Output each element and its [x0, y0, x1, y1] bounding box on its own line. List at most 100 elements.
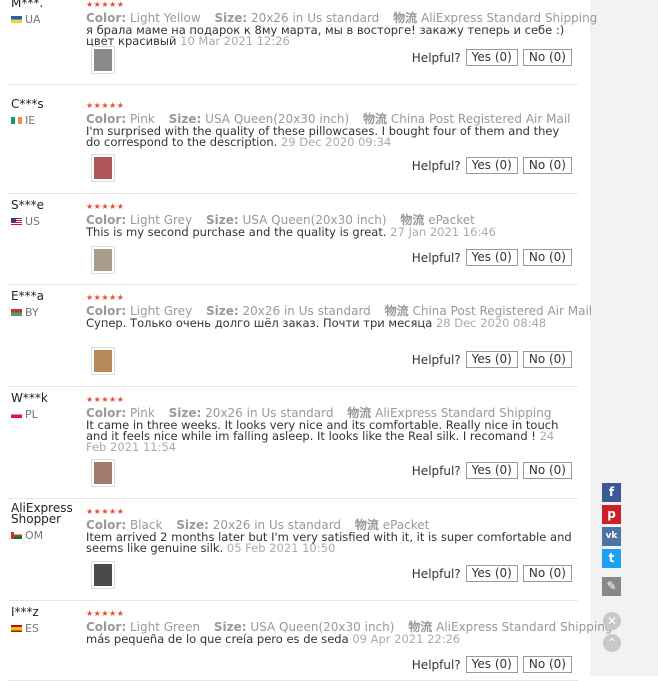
reviewer-info: S***e US — [11, 199, 81, 228]
helpful-yes-button[interactable]: Yes (0) — [465, 249, 518, 266]
rating-stars: ★★★★★ — [86, 101, 125, 110]
helpful-label: Helpful? — [411, 657, 461, 672]
review-text: Item arrived 2 months later but I'm very… — [86, 531, 576, 554]
review-content: я брала маме на подарок к 8му марта, мы … — [86, 23, 565, 48]
helpful-yes-button[interactable]: Yes (0) — [465, 656, 518, 673]
country-code: US — [25, 215, 41, 228]
review-date: 28 Dec 2020 08:48 — [435, 316, 547, 330]
review-item: C***s IE ★★★★★ Color: Pink Size: USA Que… — [0, 93, 578, 194]
helpful-controls: Helpful? Yes (0) No (0) — [412, 565, 572, 582]
review-body: ★★★★★ Color: Light Grey Size: USA Queen(… — [86, 202, 576, 238]
helpful-yes-button[interactable]: Yes (0) — [465, 351, 518, 368]
facebook-share-button[interactable]: f — [602, 483, 621, 502]
reviewer-country: UA — [11, 13, 81, 26]
flag-icon — [11, 117, 22, 124]
reviewer-name: W***k — [11, 391, 48, 405]
country-code: UA — [25, 13, 41, 26]
helpful-controls: Helpful? Yes (0) No (0) — [412, 49, 572, 66]
vk-share-button[interactable]: vk — [602, 527, 621, 546]
reviewer-country: IE — [11, 114, 81, 127]
flag-icon — [11, 532, 22, 539]
country-code: OM — [25, 529, 44, 542]
reviewer-info: E***a BY — [11, 290, 81, 319]
helpful-label: Helpful? — [411, 566, 461, 581]
review-item: AliExpress Shopper OM ★★★★★ Color: Black… — [0, 499, 578, 601]
review-text: Супер. Только очень долго шёл заказ. Поч… — [86, 316, 576, 330]
reviewer-name: M***. — [11, 0, 44, 10]
helpful-yes-button[interactable]: Yes (0) — [465, 157, 518, 174]
review-body: ★★★★★ Color: Pink Size: USA Queen(20x30 … — [86, 101, 576, 148]
reviewer-name: S***e — [11, 198, 44, 212]
review-item: S***e US ★★★★★ Color: Light Grey Size: U… — [0, 194, 578, 285]
helpful-yes-button[interactable]: Yes (0) — [465, 49, 518, 66]
rating-stars: ★★★★★ — [86, 507, 125, 516]
review-date: 10 Mar 2021 12:26 — [180, 33, 290, 48]
helpful-no-button[interactable]: No (0) — [522, 565, 572, 582]
review-content: This is my second purchase and the quali… — [86, 225, 387, 239]
reviewer-info: AliExpress Shopper OM — [11, 502, 81, 542]
shipping-value: AliExpress Standard Shipping — [436, 620, 613, 634]
review-item: W***k PL ★★★★★ Color: Pink Size: 20x26 i… — [0, 387, 578, 499]
review-content: más pequeña de lo que creía pero es de s… — [86, 632, 349, 646]
reviewer-country: BY — [11, 306, 81, 319]
flag-icon — [11, 16, 22, 23]
twitter-share-button[interactable]: t — [602, 549, 621, 568]
rating-stars: ★★★★★ — [86, 609, 125, 618]
helpful-yes-button[interactable]: Yes (0) — [465, 565, 518, 582]
review-photo-thumbnail[interactable] — [91, 154, 115, 182]
helpful-no-button[interactable]: No (0) — [522, 49, 572, 66]
review-photo-thumbnail[interactable] — [91, 561, 115, 589]
review-body: ★★★★★ Color: Light Yellow Size: 20x26 in… — [86, 0, 597, 48]
review-text: It came in three weeks. It looks very ni… — [86, 419, 576, 452]
helpful-controls: Helpful? Yes (0) No (0) — [412, 462, 572, 479]
pinterest-share-button[interactable]: p — [602, 505, 621, 524]
helpful-controls: Helpful? Yes (0) No (0) — [412, 249, 572, 266]
review-body: ★★★★★ Color: Black Size: 20x26 in Us sta… — [86, 507, 576, 554]
helpful-controls: Helpful? Yes (0) No (0) — [412, 656, 572, 673]
helpful-controls: Helpful? Yes (0) No (0) — [412, 351, 572, 368]
review-text: I'm surprised with the quality of these … — [86, 125, 576, 148]
country-code: BY — [25, 306, 39, 319]
review-item: M***. UA ★★★★★ Color: Light Yellow Size:… — [0, 0, 597, 85]
reviewer-info: C***s IE — [11, 98, 81, 127]
reviewer-country: US — [11, 215, 81, 228]
review-photo-thumbnail[interactable] — [91, 459, 115, 487]
review-body: ★★★★★ Color: Pink Size: 20x26 in Us stan… — [86, 395, 576, 452]
helpful-controls: Helpful? Yes (0) No (0) — [412, 157, 572, 174]
scroll-to-top-icon[interactable]: ⌃ — [603, 634, 621, 652]
helpful-no-button[interactable]: No (0) — [522, 656, 572, 673]
flag-icon — [11, 218, 22, 225]
review-body: ★★★★★ Color: Light Grey Size: 20x26 in U… — [86, 293, 592, 330]
review-date: 09 Apr 2021 22:26 — [352, 632, 461, 646]
rating-stars: ★★★★★ — [86, 0, 125, 9]
flag-icon — [11, 309, 22, 316]
review-photo-thumbnail[interactable] — [91, 347, 115, 375]
reviewer-name: I***z — [11, 605, 39, 619]
right-sidebar — [590, 0, 658, 676]
review-text: This is my second purchase and the quali… — [86, 225, 576, 239]
helpful-label: Helpful? — [411, 463, 461, 478]
country-code: PL — [25, 408, 38, 421]
review-photo-thumbnail[interactable] — [91, 46, 115, 74]
helpful-no-button[interactable]: No (0) — [522, 462, 572, 479]
country-code: ES — [25, 622, 39, 635]
reviewer-info: M***. UA — [11, 0, 81, 26]
flag-icon — [11, 625, 22, 632]
review-date: 27 Jan 2021 16:46 — [390, 225, 496, 239]
helpful-yes-button[interactable]: Yes (0) — [465, 462, 518, 479]
close-icon[interactable]: ✕ — [603, 612, 621, 630]
flag-icon — [11, 411, 22, 418]
reviewer-info: I***z ES — [11, 606, 81, 635]
review-text: más pequeña de lo que creía pero es de s… — [86, 632, 576, 646]
helpful-no-button[interactable]: No (0) — [522, 157, 572, 174]
helpful-no-button[interactable]: No (0) — [522, 351, 572, 368]
review-item: I***z ES ★★★★★ Color: Light Green Size: … — [0, 601, 612, 681]
country-code: IE — [25, 114, 36, 127]
review-item: E***a BY ★★★★★ Color: Light Grey Size: 2… — [0, 285, 592, 387]
helpful-no-button[interactable]: No (0) — [522, 249, 572, 266]
edit-icon[interactable]: ✎ — [602, 577, 621, 596]
helpful-label: Helpful? — [411, 158, 461, 173]
rating-stars: ★★★★★ — [86, 202, 125, 211]
review-photo-thumbnail[interactable] — [91, 246, 115, 274]
rating-stars: ★★★★★ — [86, 395, 125, 404]
